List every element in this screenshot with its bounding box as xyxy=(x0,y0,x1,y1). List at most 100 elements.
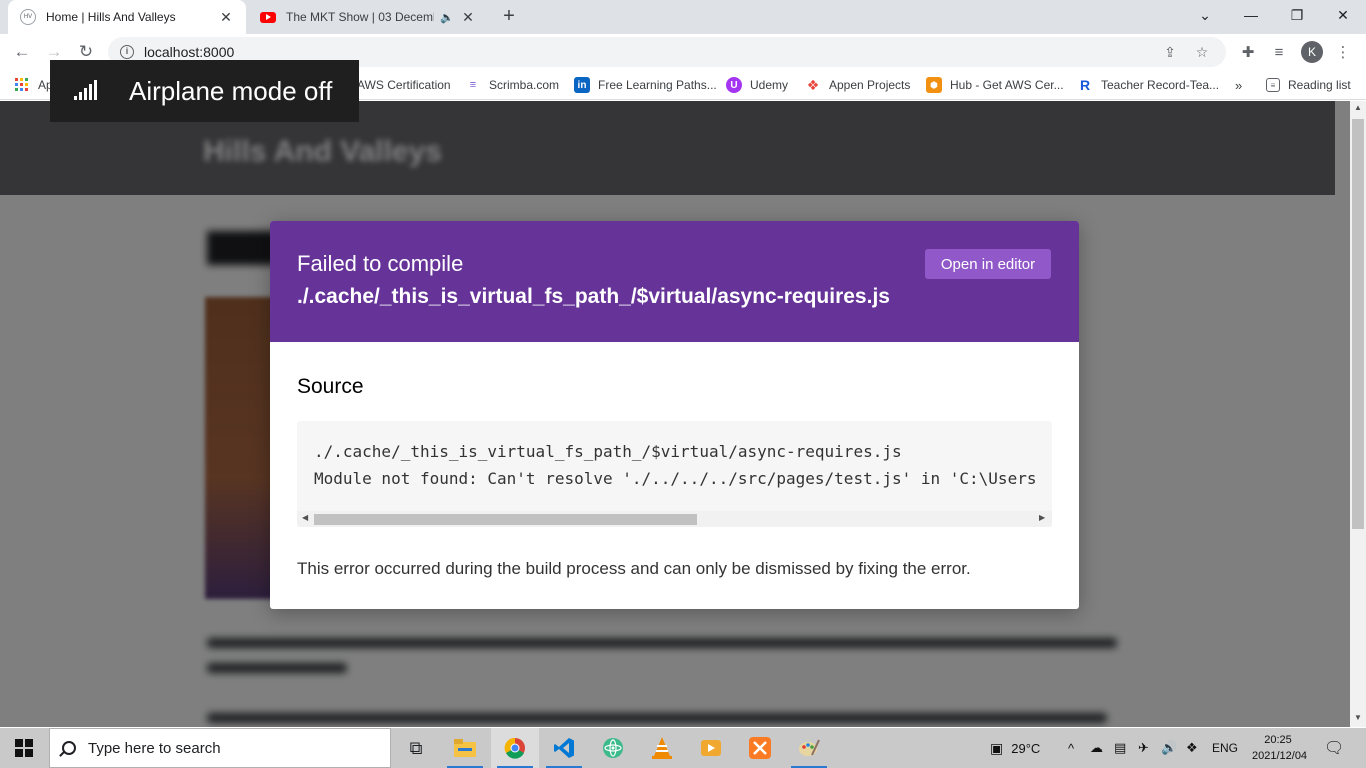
onedrive-cloud-icon[interactable]: ☁ xyxy=(1090,728,1103,768)
close-tab-icon[interactable]: ✕ xyxy=(460,9,476,26)
tab-title: The MKT Show | 03 Decembe xyxy=(286,10,435,24)
linkedin-icon: in xyxy=(574,77,590,93)
bookmark-label: Free Learning Paths... xyxy=(598,78,717,92)
tab-home-hills-and-valleys[interactable]: HV Home | Hills And Valleys ✕ xyxy=(8,0,246,34)
media-player-icon[interactable] xyxy=(687,728,735,768)
vertical-scroll-thumb[interactable] xyxy=(1352,119,1364,529)
network-icon[interactable]: ▤ xyxy=(1114,728,1126,768)
scroll-left-arrow-icon[interactable]: ◀ xyxy=(302,513,308,522)
volume-icon[interactable]: 🔊 xyxy=(1161,728,1177,768)
xampp-icon[interactable] xyxy=(736,728,784,768)
scroll-down-arrow-icon[interactable]: ▼ xyxy=(1354,713,1362,722)
tab-strip: HV Home | Hills And Valleys ✕ The MKT Sh… xyxy=(0,0,1366,34)
dropbox-icon[interactable]: ❖ xyxy=(1186,728,1198,768)
bookmark-free-learning-paths[interactable]: in Free Learning Paths... xyxy=(574,76,717,94)
tab-search-icon[interactable]: ⌄ xyxy=(1182,0,1228,30)
language-label: ENG xyxy=(1212,741,1239,755)
open-in-editor-button[interactable]: Open in editor xyxy=(925,249,1051,279)
scroll-right-arrow-icon[interactable]: ▶ xyxy=(1039,513,1045,522)
clock-time: 20:25 xyxy=(1264,734,1292,746)
error-modal: Failed to compile ./.cache/_this_is_virt… xyxy=(270,221,1079,609)
tab-title: Home | Hills And Valleys xyxy=(46,10,176,24)
hub-icon: ⬢ xyxy=(926,77,942,93)
reading-list-icon: ≡ xyxy=(1266,78,1280,92)
close-tab-icon[interactable]: ✕ xyxy=(218,9,234,26)
language-indicator[interactable]: ENG xyxy=(1212,728,1238,768)
code-line: Module not found: Can't resolve './../..… xyxy=(314,469,1037,488)
minimize-button[interactable]: — xyxy=(1228,0,1274,30)
bookmark-appen-projects[interactable]: ❖ Appen Projects xyxy=(805,76,911,94)
clock-date: 2021/12/04 xyxy=(1252,750,1308,762)
vscode-icon[interactable] xyxy=(540,728,588,768)
error-footer-text: This error occurred during the build pro… xyxy=(297,559,971,578)
bookmark-star-icon[interactable]: ☆ xyxy=(1190,44,1214,61)
show-hidden-icons-chevron-icon[interactable]: ^ xyxy=(1068,728,1074,768)
airplane-icon[interactable]: ✈ xyxy=(1138,728,1149,768)
bookmark-udemy[interactable]: U Udemy xyxy=(726,76,788,94)
bookmark-label: AWS Certification xyxy=(357,78,451,92)
bookmark-label: Teacher Record-Tea... xyxy=(1101,78,1220,92)
file-explorer-icon[interactable] xyxy=(441,728,489,768)
task-view-icon[interactable]: ⧉ xyxy=(392,728,440,768)
youtube-favicon-icon xyxy=(260,11,276,23)
vlc-icon[interactable] xyxy=(638,728,686,768)
media-control-icon[interactable]: ≡ xyxy=(1267,40,1291,64)
windows-taskbar: Type here to search ⧉ ▣ 29°C ^ ☁ ▤ ✈ 🔊 ❖… xyxy=(0,728,1366,768)
page-viewport: Hills And Valleys Failed to compile ./.c… xyxy=(0,101,1350,727)
teacher-icon: R xyxy=(1079,77,1091,93)
profile-avatar[interactable]: K xyxy=(1301,41,1323,63)
more-bookmarks-chevron-icon[interactable]: » xyxy=(1235,76,1242,94)
bookmark-scrimba[interactable]: ≡ Scrimba.com xyxy=(465,76,559,94)
chrome-icon[interactable] xyxy=(491,728,539,768)
search-placeholder: Type here to search xyxy=(88,739,221,757)
taskbar-clock[interactable]: 20:25 2021/12/04 xyxy=(1252,732,1308,764)
code-line: ./.cache/_this_is_virtual_fs_path_/$virt… xyxy=(314,442,902,461)
udemy-icon: U xyxy=(726,77,742,93)
atom-icon[interactable] xyxy=(589,728,637,768)
source-code-block[interactable]: ./.cache/_this_is_virtual_fs_path_/$virt… xyxy=(297,421,1052,527)
site-info-icon[interactable]: i xyxy=(120,45,134,59)
menu-kebab-icon[interactable]: ⋮ xyxy=(1331,40,1355,64)
windows-logo-icon xyxy=(15,739,33,757)
horizontal-scrollbar[interactable]: ◀ ▶ xyxy=(297,511,1052,527)
new-tab-button[interactable]: + xyxy=(498,6,520,28)
error-modal-header: Failed to compile ./.cache/_this_is_virt… xyxy=(270,221,1079,342)
bookmark-teacher-record[interactable]: R Teacher Record-Tea... xyxy=(1077,76,1219,94)
audio-playing-icon[interactable]: 🔈 xyxy=(440,11,454,24)
bookmark-label: Reading list xyxy=(1288,78,1351,92)
bookmark-label: Hub - Get AWS Cer... xyxy=(950,78,1064,92)
notification-center-icon[interactable]: 🗨 xyxy=(1324,728,1344,768)
signal-bars-icon xyxy=(74,80,97,100)
apps-grid-icon xyxy=(14,77,30,93)
bookmark-aws-certification[interactable]: AWS Certification xyxy=(357,76,451,94)
toast-label: Airplane mode off xyxy=(129,75,333,106)
paint-icon[interactable] xyxy=(785,728,833,768)
extensions-puzzle-icon[interactable]: ✚ xyxy=(1236,40,1260,64)
taskbar-search-box[interactable]: Type here to search xyxy=(49,728,391,768)
scrimba-icon: ≡ xyxy=(469,79,477,91)
error-file-path: ./.cache/_this_is_virtual_fs_path_/$virt… xyxy=(297,285,890,308)
source-heading: Source xyxy=(297,375,364,398)
horizontal-scroll-thumb[interactable] xyxy=(314,514,697,525)
tab-mkt-show[interactable]: The MKT Show | 03 Decembe 🔈 ✕ xyxy=(250,0,486,34)
bookmark-label: Appen Projects xyxy=(829,78,911,92)
back-button[interactable]: ← xyxy=(8,38,36,66)
page-vertical-scrollbar[interactable]: ▲ ▼ xyxy=(1350,101,1366,727)
airplane-mode-toast: Airplane mode off xyxy=(50,60,359,122)
bookmark-hub-aws[interactable]: ⬢ Hub - Get AWS Cer... xyxy=(926,76,1064,94)
scroll-up-arrow-icon[interactable]: ▲ xyxy=(1354,103,1362,112)
weather-widget[interactable]: ▣ 29°C xyxy=(990,728,1040,768)
bookmark-label: Udemy xyxy=(750,78,789,92)
url-text[interactable]: localhost:8000 xyxy=(144,44,1150,60)
share-icon[interactable]: ⇪ xyxy=(1158,44,1182,61)
appen-icon: ❖ xyxy=(806,76,820,93)
restore-button[interactable]: ❐ xyxy=(1274,0,1320,30)
search-icon xyxy=(62,741,76,755)
start-button[interactable] xyxy=(0,728,48,768)
weather-temp: 29°C xyxy=(1011,740,1041,756)
gatsby-favicon-icon: HV xyxy=(20,9,36,25)
weather-icon: ▣ xyxy=(990,739,1004,756)
reading-list[interactable]: ≡ Reading list xyxy=(1266,76,1351,94)
close-window-button[interactable]: ✕ xyxy=(1320,0,1366,30)
bookmark-label: Scrimba.com xyxy=(489,78,560,92)
